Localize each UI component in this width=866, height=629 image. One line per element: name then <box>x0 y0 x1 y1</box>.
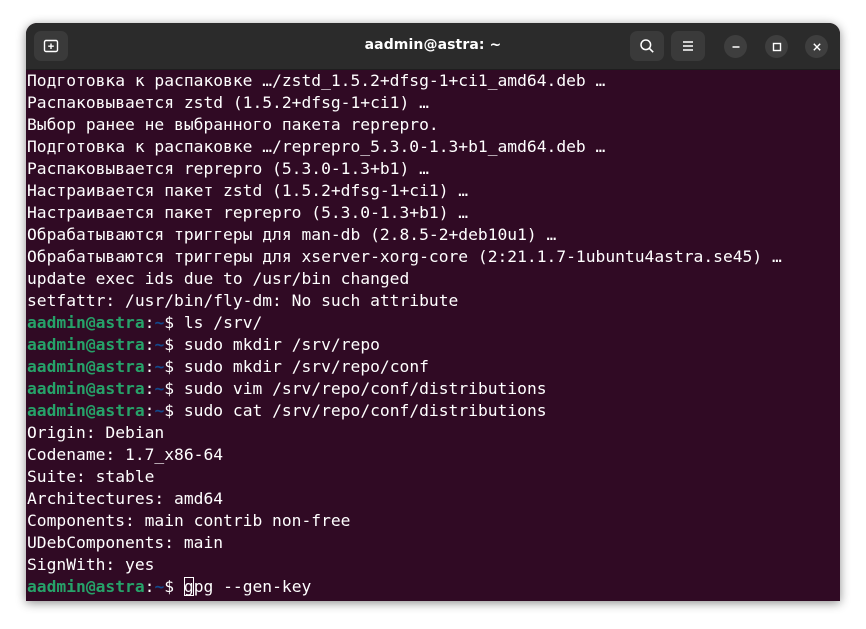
prompt-path: ~ <box>154 401 165 420</box>
text-cursor: g <box>183 577 194 596</box>
terminal-output[interactable]: Подготовка к распаковке …/zstd_1.5.2+dfs… <box>26 70 840 601</box>
prompt-path: ~ <box>154 313 165 332</box>
prompt-user-host: aadmin@astra <box>27 313 145 332</box>
prompt-dollar: $ <box>164 577 184 596</box>
prompt-dollar: $ <box>164 335 184 354</box>
output-line: Настраивается пакет reprepro (5.3.0-1.3+… <box>27 203 469 222</box>
prompt-colon: : <box>144 313 155 332</box>
prompt-dollar: $ <box>164 313 184 332</box>
command-line: aadmin@astra:~$ sudo mkdir /srv/repo <box>27 334 380 356</box>
minimize-icon <box>731 42 741 52</box>
prompt-user-host: aadmin@astra <box>27 335 145 354</box>
output-line: Подготовка к распаковке …/zstd_1.5.2+dfs… <box>27 71 606 90</box>
file-line: Codename: 1.7_x86-64 <box>27 445 224 464</box>
prompt-dollar: $ <box>164 357 184 376</box>
prompt-dollar: $ <box>164 401 184 420</box>
file-line: Components: main contrib non-free <box>27 511 351 530</box>
prompt-path: ~ <box>154 335 165 354</box>
prompt-dollar: $ <box>164 379 184 398</box>
prompt-colon: : <box>144 379 155 398</box>
maximize-button[interactable] <box>765 35 788 58</box>
output-line: Подготовка к распаковке …/reprepro_5.3.0… <box>27 137 606 156</box>
command-text: sudo mkdir /srv/repo/conf <box>183 357 429 376</box>
input-text: pg --gen-key <box>193 577 312 596</box>
prompt-path: ~ <box>154 357 165 376</box>
prompt-colon: : <box>144 401 155 420</box>
output-line: Обрабатываются триггеры для xserver-xorg… <box>27 247 782 266</box>
close-button[interactable] <box>805 35 828 58</box>
file-line: SignWith: yes <box>27 555 155 574</box>
command-line: aadmin@astra:~$ ls /srv/ <box>27 312 262 334</box>
command-text: sudo cat /srv/repo/conf/distributions <box>183 401 547 420</box>
search-icon <box>639 38 655 54</box>
terminal-window: aadmin@astra: ~ Подготовка к распаковке … <box>26 23 840 601</box>
output-line: Распаковывается reprepro (5.3.0-1.3+b1) … <box>27 159 429 178</box>
command-text: sudo vim /srv/repo/conf/distributions <box>183 379 547 398</box>
prompt-path: ~ <box>154 577 165 596</box>
search-button[interactable] <box>630 31 664 61</box>
minimize-button[interactable] <box>724 35 747 58</box>
command-line: aadmin@astra:~$ sudo mkdir /srv/repo/con… <box>27 356 429 378</box>
output-line: Обрабатываются триггеры для man-db (2.8.… <box>27 225 557 244</box>
maximize-icon <box>772 42 782 52</box>
output-line: Выбор ранее не выбранного пакета reprepr… <box>27 115 439 134</box>
output-line: setfattr: /usr/bin/fly-dm: No such attri… <box>27 291 459 310</box>
prompt-user-host: aadmin@astra <box>27 357 145 376</box>
menu-button[interactable] <box>671 31 705 61</box>
file-line: Architectures: amd64 <box>27 489 224 508</box>
output-line: update exec ids due to /usr/bin changed <box>27 269 410 288</box>
prompt-colon: : <box>144 357 155 376</box>
file-line: UDebComponents: main <box>27 533 224 552</box>
output-line: Распаковывается zstd (1.5.2+dfsg-1+ci1) … <box>27 93 429 112</box>
output-line: Настраивается пакет zstd (1.5.2+dfsg-1+c… <box>27 181 469 200</box>
command-text: ls /srv/ <box>183 313 263 332</box>
file-line: Suite: stable <box>27 467 155 486</box>
prompt-user-host: aadmin@astra <box>27 379 145 398</box>
title-bar: aadmin@astra: ~ <box>26 23 840 70</box>
command-line: aadmin@astra:~$ sudo vim /srv/repo/conf/… <box>27 378 547 400</box>
window-title: aadmin@astra: ~ <box>364 37 502 53</box>
file-line: Origin: Debian <box>27 423 165 442</box>
command-text: sudo mkdir /srv/repo <box>183 335 380 354</box>
hamburger-menu-icon <box>681 39 695 53</box>
prompt-user-host: aadmin@astra <box>27 401 145 420</box>
input-line[interactable]: aadmin@astra:~$ gpg --gen-key <box>27 576 311 598</box>
command-line: aadmin@astra:~$ sudo cat /srv/repo/conf/… <box>27 400 547 422</box>
prompt-colon: : <box>144 577 155 596</box>
prompt-user-host: aadmin@astra <box>27 577 145 596</box>
prompt-colon: : <box>144 335 155 354</box>
prompt-path: ~ <box>154 379 165 398</box>
close-icon <box>812 42 822 52</box>
